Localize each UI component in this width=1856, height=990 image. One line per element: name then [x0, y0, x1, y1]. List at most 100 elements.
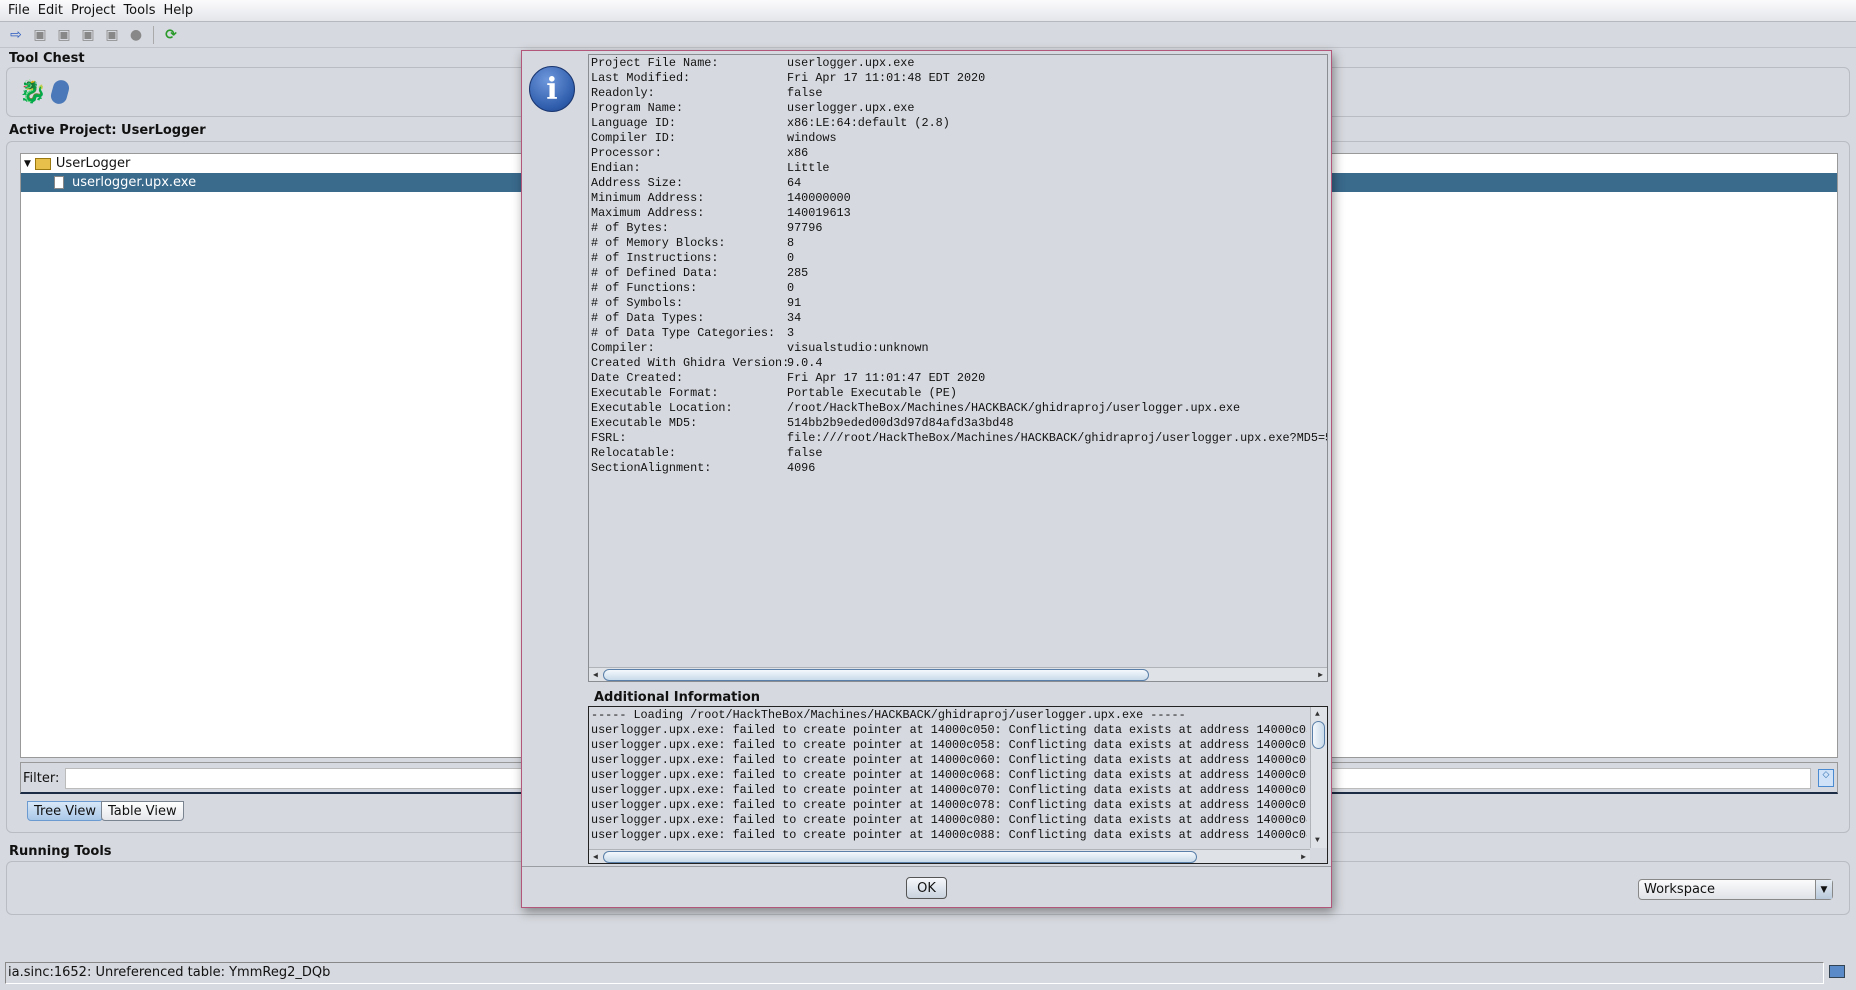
property-row: Executable MD5: 514bb2b9eded00d3d97d84afd… — [589, 416, 1327, 431]
property-row: Endian: Little — [589, 161, 1327, 176]
log-line: userlogger.upx.exe: failed to create poi… — [591, 813, 1307, 827]
expand-triangle-icon[interactable]: ▼ — [24, 159, 31, 169]
property-key: # of Memory Blocks: — [591, 236, 726, 250]
tab-tree-view[interactable]: Tree View — [27, 801, 104, 821]
property-value: 140019613 — [787, 206, 851, 220]
menu-help[interactable]: Help — [163, 3, 193, 18]
log-line: userlogger.upx.exe: failed to create poi… — [591, 768, 1307, 782]
open-project-icon[interactable]: ▣ — [78, 25, 98, 45]
menu-bar: File Edit Project Tools Help — [0, 0, 1856, 22]
menu-file[interactable]: File — [8, 3, 30, 18]
scroll-right-icon[interactable]: ▶ — [1318, 670, 1323, 680]
new-project-icon[interactable]: ⇨ — [6, 25, 26, 45]
scrollbar-thumb[interactable] — [1312, 721, 1325, 749]
property-row: Executable Format: Portable Executable (P… — [589, 386, 1327, 401]
filter-label: Filter: — [23, 771, 60, 786]
property-value: 34 — [787, 311, 802, 325]
property-row: Processor: x86 — [589, 146, 1327, 161]
property-key: Processor: — [591, 146, 662, 160]
property-row: FSRL: file:///root/HackTheBox/Machines/HA… — [589, 431, 1327, 446]
property-value: userlogger.upx.exe — [787, 101, 915, 115]
refresh-icon[interactable]: ⟳ — [161, 25, 181, 45]
property-key: Executable Format: — [591, 386, 719, 400]
property-value: false — [787, 86, 823, 100]
property-value: userlogger.upx.exe — [787, 56, 915, 70]
console-monitor-icon[interactable] — [1829, 965, 1845, 978]
property-row: # of Symbols: 91 — [589, 296, 1327, 311]
toolbar: ⇨ ▣ ▣ ▣ ▣ ● ⟳ — [0, 23, 1856, 48]
property-key: SectionAlignment: — [591, 461, 712, 475]
properties-horizontal-scrollbar[interactable]: ◀ ▶ — [589, 667, 1327, 681]
close-project-icon[interactable]: ▣ — [30, 25, 50, 45]
property-row: # of Data Type Categories: 3 — [589, 326, 1327, 341]
property-row: Language ID: x86:LE:64:default (2.8) — [589, 116, 1327, 131]
property-row: Relocatable: false — [589, 446, 1327, 461]
tree-file-label: userlogger.upx.exe — [72, 175, 197, 190]
property-key: # of Instructions: — [591, 251, 719, 265]
property-value: 64 — [787, 176, 802, 190]
property-value: 514bb2b9eded00d3d97d84afd3a3bd48 — [787, 416, 1014, 430]
property-key: # of Symbols: — [591, 296, 684, 310]
property-value: file:///root/HackTheBox/Machines/HACKBAC… — [787, 431, 1328, 445]
property-row: # of Memory Blocks: 8 — [589, 236, 1327, 251]
file-icon — [54, 176, 64, 189]
property-value: 285 — [787, 266, 809, 280]
version-tracking-icon[interactable] — [49, 78, 71, 106]
filter-options-icon[interactable]: ◇ — [1818, 769, 1834, 787]
log-vertical-scrollbar[interactable]: ▲ ▼ — [1310, 707, 1327, 848]
scrollbar-thumb[interactable] — [603, 669, 1149, 681]
property-value: 3 — [787, 326, 795, 340]
property-value: 9.0.4 — [787, 356, 823, 370]
save-project-icon[interactable]: ▣ — [54, 25, 74, 45]
ok-button[interactable]: OK — [906, 877, 947, 899]
scrollbar-thumb[interactable] — [603, 851, 1197, 863]
menu-project[interactable]: Project — [71, 3, 115, 18]
scroll-down-icon[interactable]: ▼ — [1315, 836, 1320, 845]
property-row: Executable Location: /root/HackTheBox/Mac… — [589, 401, 1327, 416]
tool-chest-title: Tool Chest — [9, 51, 85, 66]
button-divider — [522, 866, 1331, 867]
property-value: 0 — [787, 251, 795, 265]
log-line: userlogger.upx.exe: failed to create poi… — [591, 738, 1307, 752]
scroll-left-icon[interactable]: ◀ — [593, 670, 598, 680]
property-value: Portable Executable (PE) — [787, 386, 957, 400]
property-value: Fri Apr 17 11:01:47 EDT 2020 — [787, 371, 986, 385]
property-key: Readonly: — [591, 86, 655, 100]
additional-info-log: ----- Loading /root/HackTheBox/Machines/… — [588, 706, 1328, 864]
property-key: Address Size: — [591, 176, 684, 190]
property-row: Compiler: visualstudio:unknown — [589, 341, 1327, 356]
menu-edit[interactable]: Edit — [38, 3, 63, 18]
scroll-right-icon[interactable]: ▶ — [1301, 852, 1306, 862]
property-value: windows — [787, 131, 837, 145]
tree-root-label: UserLogger — [55, 156, 131, 171]
property-key: Compiler ID: — [591, 131, 676, 145]
property-value: x86 — [787, 146, 809, 160]
property-value: /root/HackTheBox/Machines/HACKBACK/ghidr… — [787, 401, 1241, 415]
property-row: Date Created: Fri Apr 17 11:01:47 EDT 202… — [589, 371, 1327, 386]
log-line: userlogger.upx.exe: failed to create poi… — [591, 798, 1307, 812]
scroll-up-icon[interactable]: ▲ — [1315, 710, 1320, 719]
property-key: Executable Location: — [591, 401, 733, 415]
chevron-down-icon[interactable]: ▼ — [1815, 880, 1832, 899]
log-horizontal-scrollbar[interactable]: ◀ ▶ — [589, 849, 1310, 863]
link-icon[interactable]: ● — [126, 25, 146, 45]
running-tools-title: Running Tools — [9, 844, 112, 859]
program-info-dialog: i Project File Name: userlogger.upx.exe La… — [521, 50, 1332, 908]
property-key: FSRL: — [591, 431, 627, 445]
workspace-select[interactable]: Workspace ▼ — [1638, 879, 1833, 900]
property-row: Maximum Address: 140019613 — [589, 206, 1327, 221]
property-row: Address Size: 64 — [589, 176, 1327, 191]
tab-table-view[interactable]: Table View — [101, 801, 184, 821]
delete-project-icon[interactable]: ▣ — [102, 25, 122, 45]
property-key: Endian: — [591, 161, 641, 175]
toolbar-separator — [153, 26, 154, 44]
scroll-left-icon[interactable]: ◀ — [593, 852, 598, 862]
code-browser-dragon-icon[interactable]: 🐉 — [19, 80, 46, 105]
property-key: Language ID: — [591, 116, 676, 130]
property-value: 4096 — [787, 461, 816, 475]
property-value: Fri Apr 17 11:01:48 EDT 2020 — [787, 71, 986, 85]
property-row: Last Modified: Fri Apr 17 11:01:48 EDT 20… — [589, 71, 1327, 86]
property-value: x86:LE:64:default (2.8) — [787, 116, 950, 130]
status-bar: ia.sinc:1652: Unreferenced table: YmmReg… — [5, 962, 1824, 984]
menu-tools[interactable]: Tools — [123, 3, 155, 18]
